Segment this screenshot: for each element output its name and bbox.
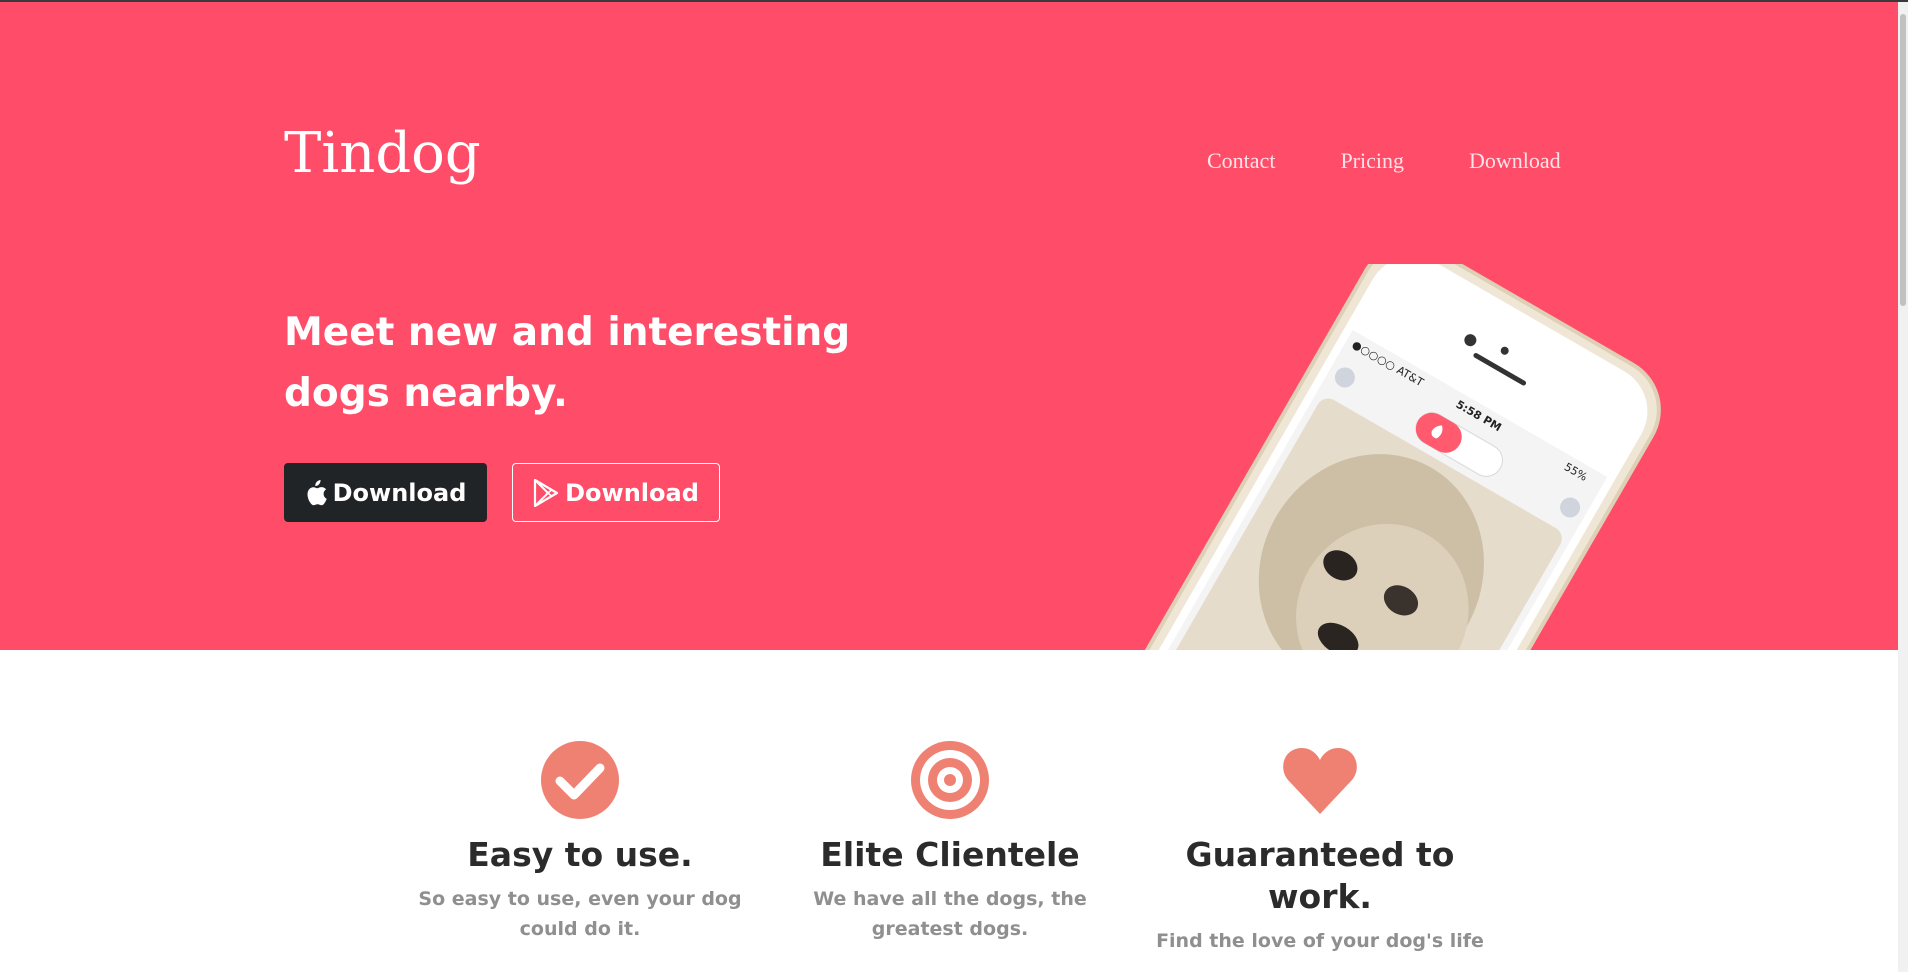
- bullseye-icon: [911, 741, 989, 819]
- heart-icon: [1283, 748, 1357, 814]
- apple-download-button[interactable]: Download: [284, 463, 487, 522]
- main-nav: Contact Pricing Download: [1207, 148, 1561, 174]
- apple-download-label: Download: [332, 478, 467, 507]
- feature-text: We have all the dogs, the greatest dogs.: [813, 888, 1087, 940]
- apple-icon: [305, 479, 327, 506]
- feature-guaranteed: Guaranteed to work. Find the love of you…: [1150, 740, 1490, 956]
- scrollbar-thumb[interactable]: [1900, 14, 1906, 306]
- google-play-download-button[interactable]: Download: [512, 463, 720, 522]
- feature-text: So easy to use, even your dog could do i…: [418, 888, 742, 940]
- nav-link-contact[interactable]: Contact: [1207, 148, 1275, 174]
- feature-text: Find the love of your dog's life: [1156, 930, 1484, 952]
- feature-title: Guaranteed to work.: [1185, 835, 1455, 916]
- phone-mockup: ●○○○○ AT&T 5:58 PM 55%: [1059, 242, 1670, 650]
- hero-headline: Meet new and interesting dogs nearby.: [284, 310, 851, 416]
- nav-link-pricing[interactable]: Pricing: [1340, 148, 1404, 174]
- feature-title: Elite Clientele: [820, 835, 1080, 874]
- brand-logo[interactable]: Tindog: [284, 126, 481, 182]
- hero-section: Tindog Contact Pricing Download Meet new…: [0, 2, 1898, 650]
- google-play-download-label: Download: [565, 478, 699, 507]
- feature-elite-clientele: Elite Clientele We have all the dogs, th…: [780, 740, 1120, 944]
- check-circle-icon: [541, 741, 619, 819]
- feature-title: Easy to use.: [467, 835, 693, 874]
- nav-link-download[interactable]: Download: [1469, 148, 1561, 174]
- google-play-icon: [533, 478, 559, 507]
- feature-easy-to-use: Easy to use. So easy to use, even your d…: [410, 740, 750, 944]
